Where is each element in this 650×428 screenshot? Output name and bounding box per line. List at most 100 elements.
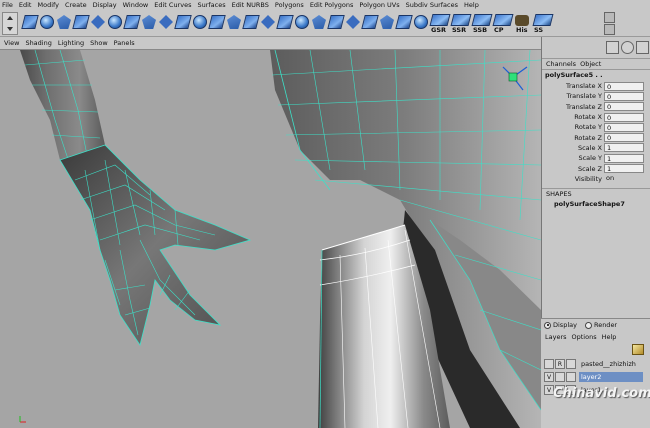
poly-split-icon[interactable] <box>90 13 106 33</box>
layer-reference-toggle[interactable]: R <box>555 359 565 369</box>
poly-duplicate-icon[interactable] <box>276 13 294 33</box>
tool-settings-icon[interactable] <box>636 41 649 54</box>
3d-viewport[interactable] <box>0 50 541 428</box>
poly-poke-icon[interactable] <box>260 13 276 33</box>
attribute-label[interactable]: Scale Z <box>542 165 604 173</box>
menu-window[interactable]: Window <box>123 1 149 9</box>
poly-combine-icon[interactable] <box>107 13 123 33</box>
menu-edit-nurbs[interactable]: Edit NURBS <box>232 1 269 9</box>
poly-soften-icon[interactable] <box>311 13 327 33</box>
attribute-row[interactable]: Scale Y1 <box>542 153 650 163</box>
cp-icon[interactable]: CP <box>492 13 514 34</box>
attribute-label[interactable]: Translate X <box>542 82 604 90</box>
ss-icon[interactable]: SS <box>532 13 554 34</box>
attribute-row[interactable]: Rotate X0 <box>542 112 650 122</box>
menu-create[interactable]: Create <box>65 1 87 9</box>
attribute-label[interactable]: Rotate Y <box>542 123 604 131</box>
poly-separate-icon[interactable] <box>141 13 157 33</box>
layer-name[interactable]: pasted__zhizhizh <box>579 359 643 369</box>
attribute-value-field[interactable]: 0 <box>604 122 644 132</box>
attribute-label[interactable]: Scale X <box>542 144 604 152</box>
poly-reduce-icon[interactable] <box>395 13 413 33</box>
poly-cube-icon[interactable] <box>21 13 39 33</box>
object-name[interactable]: polySurface5 . . <box>542 70 650 81</box>
history-icon[interactable]: His <box>514 13 532 34</box>
attribute-value-field[interactable]: 0 <box>604 133 644 143</box>
poly-fill-icon[interactable] <box>413 13 429 33</box>
attribute-label[interactable]: Rotate Z <box>542 134 604 142</box>
attribute-row[interactable]: Translate Z0 <box>542 102 650 112</box>
channel-box-toggle-icon[interactable] <box>606 41 619 54</box>
new-layer-icon[interactable] <box>632 344 644 355</box>
display-radio-label[interactable]: Display <box>553 321 577 329</box>
menu-subdiv-surfaces[interactable]: Subdiv Surfaces <box>406 1 458 9</box>
menu-file[interactable]: File <box>2 1 13 9</box>
menu-modify[interactable]: Modify <box>37 1 59 9</box>
poly-normals-icon[interactable] <box>327 13 345 33</box>
tab-channels[interactable]: Channels <box>546 60 576 68</box>
attribute-label[interactable]: Translate Y <box>542 92 604 100</box>
attribute-label[interactable]: Translate Z <box>542 103 604 111</box>
menu-edit[interactable]: Edit <box>19 1 32 9</box>
attribute-value-field[interactable]: on <box>604 174 644 183</box>
poly-plane-icon[interactable] <box>39 13 55 33</box>
poly-append-icon[interactable] <box>174 13 192 33</box>
poly-wedge-icon[interactable] <box>208 13 226 33</box>
shelf-edit-icon[interactable] <box>604 24 615 35</box>
viewport-menu-panels[interactable]: Panels <box>114 39 135 47</box>
tab-object[interactable]: Object <box>580 60 601 68</box>
layer-color-swatch[interactable] <box>566 359 576 369</box>
attribute-label[interactable]: Scale Y <box>542 154 604 162</box>
menu-edit-curves[interactable]: Edit Curves <box>154 1 191 9</box>
poly-sphere-icon[interactable] <box>72 13 90 33</box>
scroll-down-icon[interactable] <box>7 27 13 31</box>
menu-help[interactable]: Help <box>464 1 479 9</box>
layer-row[interactable]: Rpasted__zhizhizh <box>541 358 650 370</box>
poly-bevel-icon[interactable] <box>226 13 242 33</box>
ssb-icon[interactable]: SSB <box>471 13 493 34</box>
viewport-menu-shading[interactable]: Shading <box>25 39 51 47</box>
poly-extrude-icon[interactable] <box>56 13 72 33</box>
attribute-value-field[interactable]: 0 <box>604 91 644 101</box>
viewport-menu-lighting[interactable]: Lighting <box>58 39 84 47</box>
menu-surfaces[interactable]: Surfaces <box>197 1 225 9</box>
attribute-row[interactable]: Rotate Z0 <box>542 132 650 143</box>
layer-menu-options[interactable]: Options <box>572 333 597 341</box>
render-radio-label[interactable]: Render <box>594 321 617 329</box>
attribute-row[interactable]: Visibility on <box>542 174 650 184</box>
poly-delete-icon[interactable] <box>361 13 379 33</box>
poly-merge-icon[interactable] <box>158 13 174 33</box>
poly-extract-icon[interactable] <box>294 13 310 33</box>
display-radio[interactable] <box>544 321 551 329</box>
menu-polygons[interactable]: Polygons <box>275 1 304 9</box>
menu-edit-polygons[interactable]: Edit Polygons <box>310 1 354 9</box>
layer-menu-layers[interactable]: Layers <box>545 333 567 341</box>
hand-mesh[interactable] <box>59 144 252 346</box>
attribute-value-field[interactable]: 1 <box>604 143 644 153</box>
shelf-menu-icon[interactable] <box>604 12 615 23</box>
layer-row[interactable]: Vlayer2 <box>541 371 650 383</box>
layer-menu-help[interactable]: Help <box>602 333 617 341</box>
menu-polygon-uvs[interactable]: Polygon UVs <box>359 1 399 9</box>
layer-color-swatch[interactable] <box>566 372 576 382</box>
attribute-row[interactable]: Translate X0 <box>542 81 650 91</box>
attribute-row[interactable]: Scale X1 <box>542 143 650 153</box>
attribute-row[interactable]: Rotate Y0 <box>542 122 650 132</box>
viewport-menu-show[interactable]: Show <box>90 39 108 47</box>
viewport-menu-view[interactable]: View <box>4 39 19 47</box>
attribute-value-field[interactable]: 1 <box>604 153 644 163</box>
poly-collapse-icon[interactable] <box>345 13 361 33</box>
gsr-icon[interactable]: GSR <box>429 13 451 34</box>
render-radio[interactable] <box>584 321 592 329</box>
shape-node-name[interactable]: polySurfaceShape7 <box>546 200 646 208</box>
attribute-value-field[interactable]: 0 <box>604 81 644 91</box>
layer-visibility-toggle[interactable]: V <box>544 372 554 382</box>
poly-bridge-icon[interactable] <box>192 13 208 33</box>
attribute-value-field[interactable]: 0 <box>604 102 644 112</box>
attribute-row[interactable]: Translate Y0 <box>542 91 650 101</box>
attribute-label[interactable]: Rotate X <box>542 113 604 121</box>
layer-visibility-toggle[interactable] <box>544 359 554 369</box>
poly-subdiv-icon[interactable] <box>379 13 395 33</box>
layer-reference-toggle[interactable] <box>555 372 565 382</box>
shelf-tab-scroller[interactable] <box>2 12 18 35</box>
